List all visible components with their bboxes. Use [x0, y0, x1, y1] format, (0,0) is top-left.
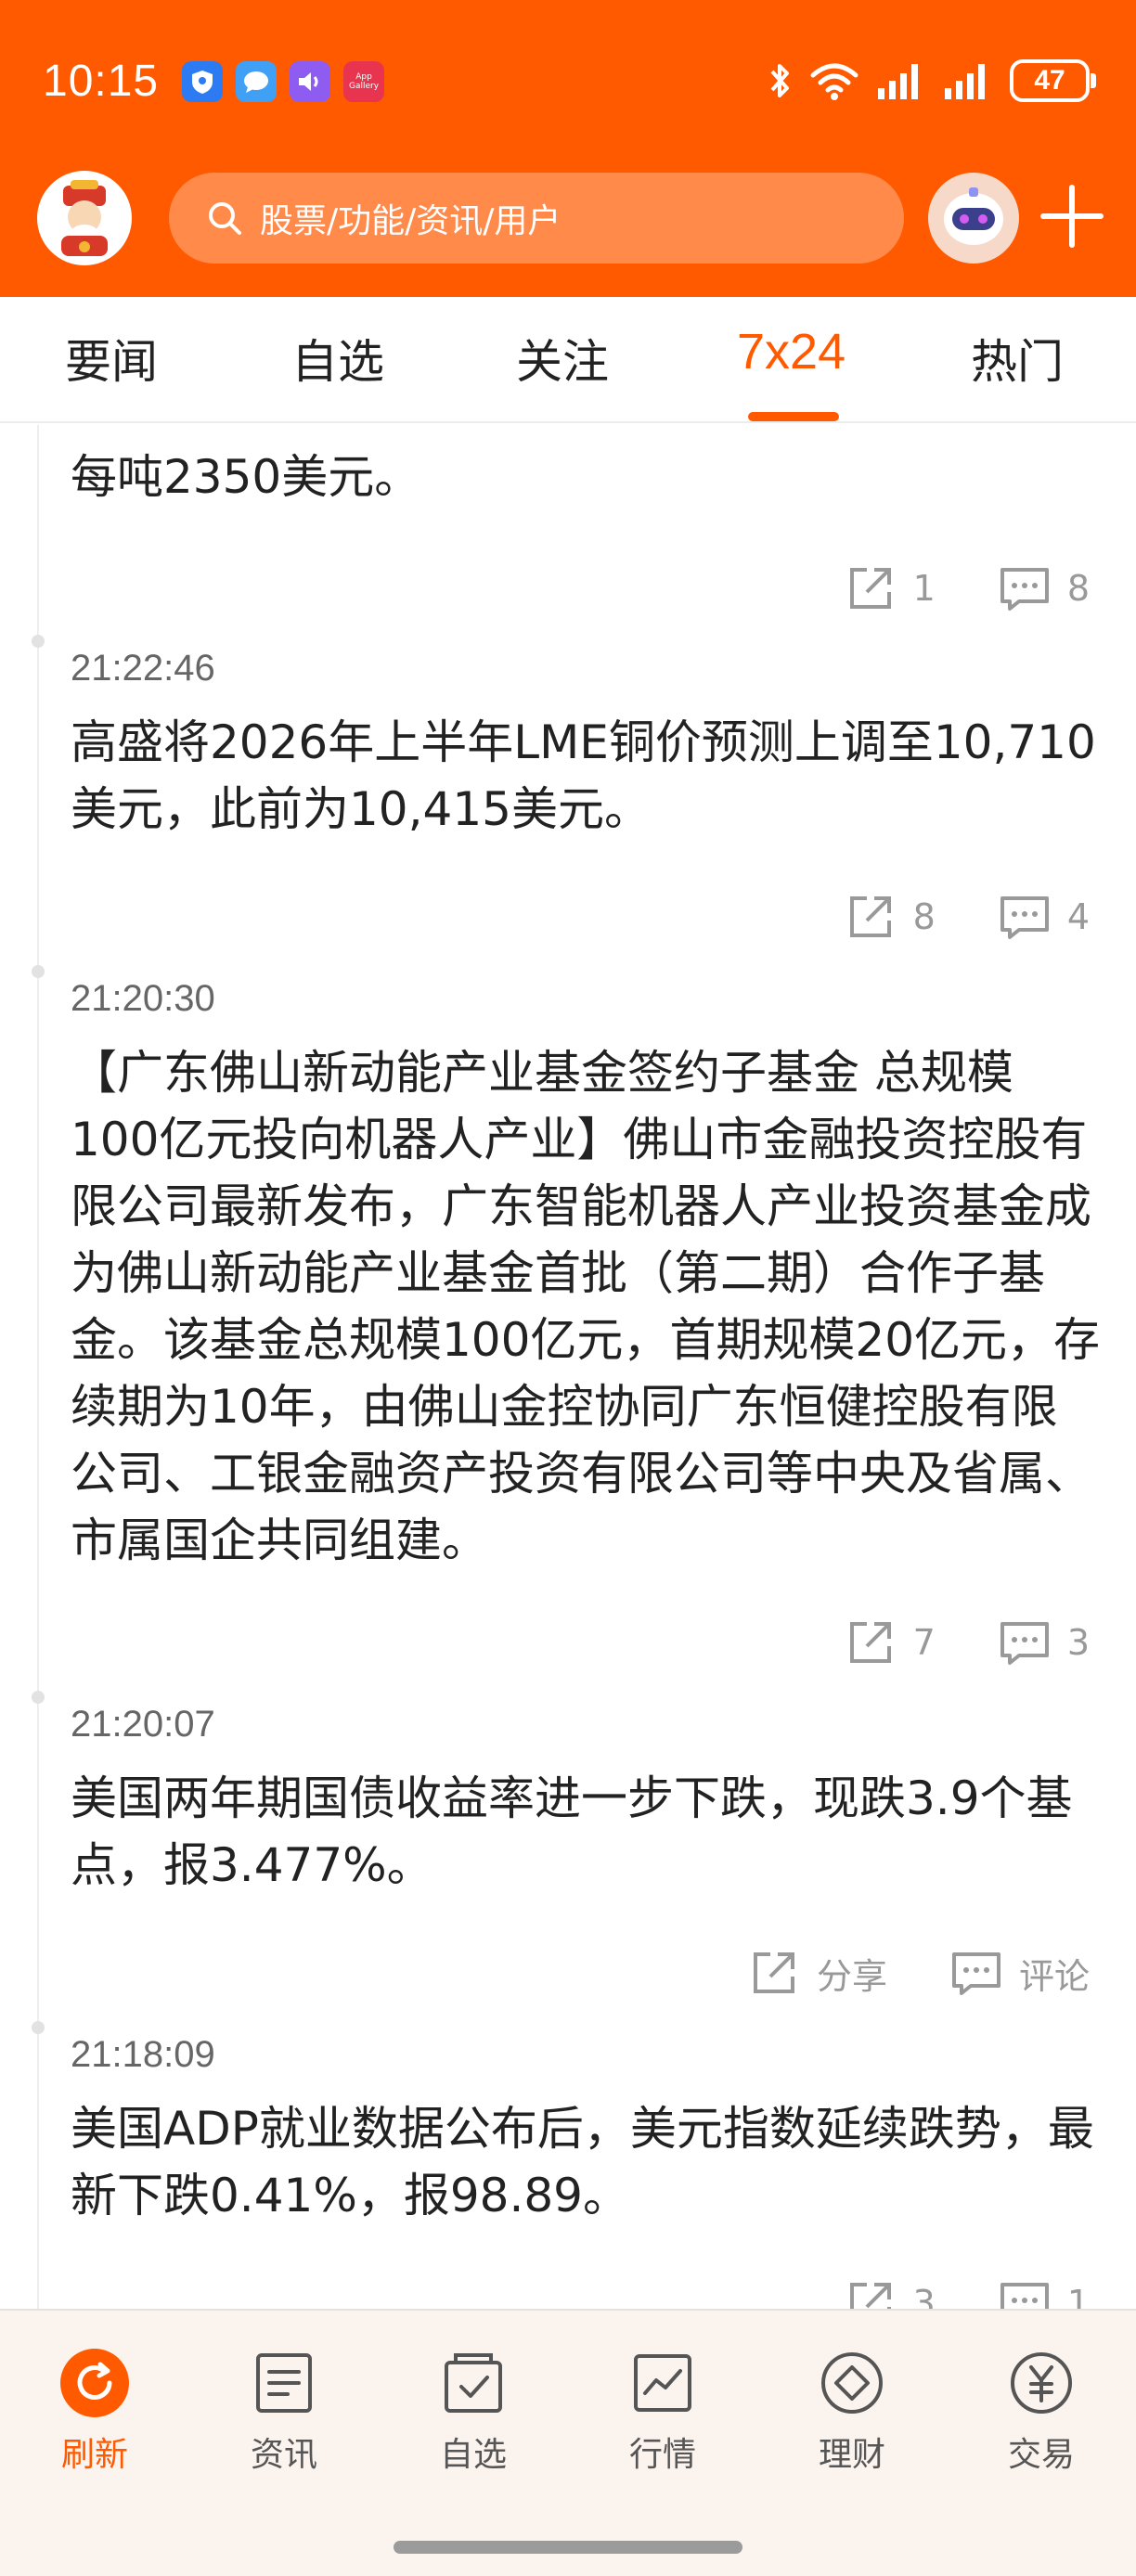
- status-time: 10:15: [43, 57, 160, 106]
- news-item-actions: 分享 评论: [748, 1947, 1090, 1999]
- message-notification-icon: [236, 61, 277, 102]
- comment-count: 8: [1066, 568, 1090, 609]
- share-button[interactable]: 7: [845, 1616, 936, 1668]
- comment-label: 评论: [1018, 1955, 1090, 1997]
- news-item-actions: 1 8: [845, 562, 1090, 614]
- share-button[interactable]: 8: [845, 891, 936, 943]
- tab-hot[interactable]: 热门: [971, 325, 1064, 392]
- timeline-dot: [32, 965, 45, 978]
- share-icon: [849, 896, 891, 937]
- nav-market-label: 行情: [628, 2436, 696, 2474]
- share-icon: [849, 568, 891, 609]
- tab-7x24[interactable]: 7x24: [737, 323, 846, 380]
- share-count: 3: [912, 2283, 936, 2309]
- share-label: 分享: [816, 1955, 887, 1997]
- share-icon: [753, 1952, 794, 1993]
- home-indicator[interactable]: [394, 2541, 742, 2554]
- share-button[interactable]: 3: [845, 2277, 936, 2309]
- share-icon: [849, 1622, 891, 1663]
- sound-notification-icon: [290, 61, 330, 102]
- tab-headlines[interactable]: 要闻: [65, 325, 158, 392]
- news-item-text[interactable]: 高盛将2026年上半年LME铜价预测上调至10,710美元，此前为10,415美…: [71, 709, 1101, 843]
- comment-icon: [1000, 2283, 1049, 2309]
- notification-icons: App Gallery: [182, 61, 384, 102]
- user-avatar[interactable]: [37, 171, 132, 265]
- watchlist-icon: [438, 2348, 509, 2418]
- nav-watchlist[interactable]: 自选: [408, 2348, 538, 2476]
- tab-following[interactable]: 关注: [516, 325, 609, 392]
- timeline-dot: [32, 2021, 45, 2034]
- news-icon: [249, 2348, 319, 2418]
- comment-count: 3: [1066, 1622, 1090, 1663]
- news-item-text[interactable]: 每吨2350美元。: [71, 444, 1101, 510]
- market-icon: [627, 2348, 698, 2418]
- news-item-time: 21:20:07: [71, 1704, 215, 1745]
- nav-wealth[interactable]: 理财: [787, 2348, 917, 2476]
- nav-watchlist-label: 自选: [439, 2436, 507, 2474]
- robot-icon: [944, 187, 1003, 245]
- security-notification-icon: [182, 61, 223, 102]
- news-item-time: 21:22:46: [71, 648, 215, 689]
- nav-news-label: 资讯: [250, 2436, 317, 2474]
- nav-refresh[interactable]: 刷新: [30, 2348, 160, 2476]
- comment-icon: [951, 1952, 1000, 1995]
- comment-button[interactable]: 评论: [950, 1947, 1090, 1999]
- share-count: 7: [912, 1622, 936, 1663]
- comment-icon: [1000, 1622, 1049, 1665]
- nav-market[interactable]: 行情: [598, 2348, 728, 2476]
- news-item-text[interactable]: 【广东佛山新动能产业基金签约子基金 总规模100亿元投向机器人产业】佛山市金融投…: [71, 1039, 1101, 1574]
- share-count: 8: [912, 896, 936, 937]
- signal-icon-1: [878, 64, 918, 99]
- share-button[interactable]: 分享: [748, 1947, 887, 1999]
- signal-icon-2: [945, 64, 985, 99]
- wifi-icon: [810, 63, 858, 100]
- news-item-actions: 7 3: [845, 1616, 1090, 1668]
- add-icon[interactable]: [1038, 182, 1106, 251]
- share-count: 1: [912, 568, 936, 609]
- wealth-icon: [817, 2348, 887, 2418]
- search-placeholder: 股票/功能/资讯/用户: [260, 202, 562, 240]
- search-input[interactable]: 股票/功能/资讯/用户: [169, 173, 904, 264]
- active-tab-indicator: [748, 412, 839, 421]
- comment-count: 4: [1066, 896, 1090, 937]
- news-feed[interactable]: 每吨2350美元。 1 8 21:22:46 高盛将2026年上半年LME铜价预…: [0, 425, 1136, 2309]
- share-icon: [849, 2283, 891, 2309]
- comment-icon: [1000, 896, 1049, 939]
- comment-button[interactable]: 3: [999, 1616, 1090, 1668]
- category-tabs: 要闻 自选 关注 7x24 热门: [0, 297, 1136, 423]
- comment-count: 1: [1066, 2283, 1090, 2309]
- news-item-text[interactable]: 美国两年期国债收益率进一步下跌，现跌3.9个基点，报3.477%。: [71, 1765, 1101, 1899]
- trade-icon: [1006, 2348, 1077, 2418]
- battery-indicator: 47: [1010, 59, 1096, 102]
- comment-button[interactable]: 4: [999, 891, 1090, 943]
- nav-wealth-label: 理财: [818, 2436, 885, 2474]
- nav-trade-label: 交易: [1007, 2436, 1075, 2474]
- news-item-actions: 8 4: [845, 891, 1090, 943]
- news-item-time: 21:20:30: [71, 978, 215, 1019]
- news-item-actions: 3 1: [845, 2277, 1090, 2309]
- timeline-dot: [32, 635, 45, 648]
- robot-assistant-button[interactable]: [928, 173, 1019, 264]
- app-header: 10:15 App Gallery 47 股票/功能/资讯/用户: [0, 0, 1136, 297]
- nav-trade[interactable]: 交易: [976, 2348, 1106, 2476]
- comment-button[interactable]: 8: [999, 562, 1090, 614]
- bluetooth-icon: [770, 64, 789, 97]
- timeline-dot: [32, 1691, 45, 1704]
- share-button[interactable]: 1: [845, 562, 936, 614]
- nav-news[interactable]: 资讯: [219, 2348, 349, 2476]
- comment-icon: [1000, 568, 1049, 611]
- nav-refresh-label: 刷新: [60, 2436, 128, 2474]
- tab-watchlist[interactable]: 自选: [291, 325, 384, 392]
- mascot-avatar-icon: [61, 180, 108, 256]
- system-icons: 47: [767, 59, 1096, 102]
- refresh-icon: [59, 2348, 130, 2418]
- status-bar: 10:15 App Gallery 47: [0, 0, 1136, 167]
- news-item-time: 21:18:09: [71, 2034, 215, 2075]
- comment-button[interactable]: 1: [999, 2277, 1090, 2309]
- app-gallery-notification-icon: App Gallery: [343, 61, 384, 102]
- bottom-navigation: 刷新 资讯 自选 行情 理财 交易: [0, 2309, 1136, 2576]
- search-icon: [209, 202, 241, 235]
- news-item-text[interactable]: 美国ADP就业数据公布后，美元指数延续跌势，最新下跌0.41%，报98.89。: [71, 2095, 1101, 2229]
